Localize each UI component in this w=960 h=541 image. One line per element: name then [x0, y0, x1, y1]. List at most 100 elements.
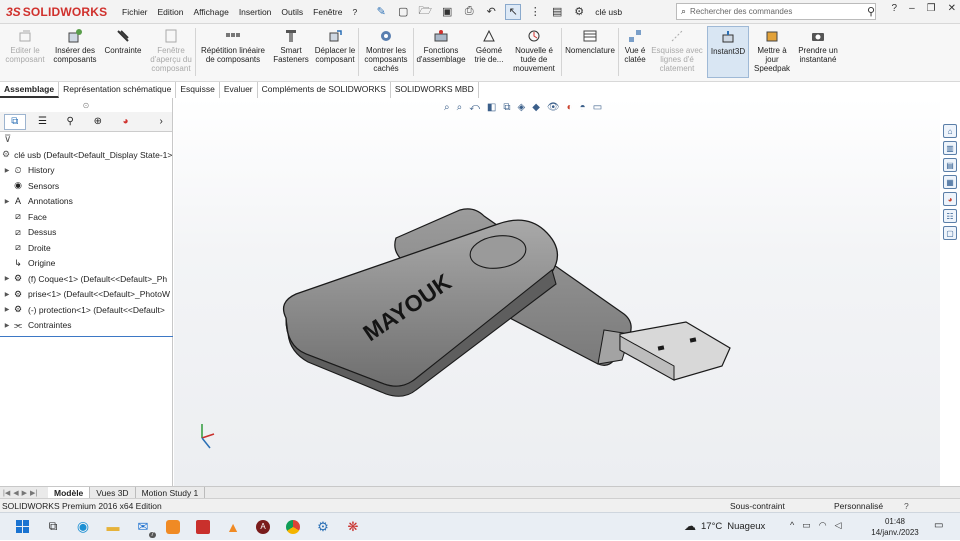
- file-explorer-taskbar-icon[interactable]: ▬: [98, 513, 128, 541]
- expand-arrow-icon[interactable]: ▶: [2, 322, 12, 329]
- tab-mbd[interactable]: SOLIDWORKS MBD: [391, 82, 479, 98]
- open-folder-icon[interactable]: 🗁: [417, 4, 433, 20]
- expand-arrow-icon[interactable]: ▶: [2, 275, 12, 282]
- wifi-icon[interactable]: ◠: [819, 520, 827, 531]
- minimize-icon[interactable]: –: [909, 3, 915, 14]
- tab-evaluer[interactable]: Evaluer: [220, 82, 258, 98]
- close-icon[interactable]: ✕: [948, 3, 956, 14]
- menu-affichage[interactable]: Affichage: [194, 7, 229, 17]
- prev-tab-icon[interactable]: ◀: [13, 489, 18, 497]
- tree-item-face[interactable]: ⧄ Face: [2, 209, 172, 225]
- network-icon[interactable]: ▭: [802, 520, 811, 531]
- tree-item-dessus[interactable]: ⧄ Dessus: [2, 225, 172, 241]
- status-help[interactable]: ?: [904, 501, 909, 511]
- forum-icon[interactable]: ▢: [943, 226, 957, 240]
- move-component-button[interactable]: Déplacer le composant: [312, 28, 358, 64]
- panel-next-chevron-icon[interactable]: ›: [150, 114, 172, 130]
- expand-arrow-icon[interactable]: ▶: [2, 198, 12, 205]
- mate-button[interactable]: Contrainte: [102, 28, 144, 55]
- status-units[interactable]: Personnalisé: [834, 501, 883, 511]
- system-clock[interactable]: 01:48 14/janv./2023: [868, 516, 922, 538]
- rebuild-icon[interactable]: ▤: [549, 4, 565, 20]
- solidworks-resources-icon[interactable]: ⌂: [943, 124, 957, 138]
- edit-component-button[interactable]: Editer le composant: [4, 28, 46, 64]
- search-input[interactable]: Rechercher des commandes: [690, 7, 863, 16]
- appearances-icon[interactable]: ◕: [943, 192, 957, 206]
- command-search[interactable]: ⌕ Rechercher des commandes ⚲: [676, 3, 876, 20]
- volume-icon[interactable]: ◁: [835, 520, 842, 531]
- first-tab-icon[interactable]: |◀: [3, 489, 10, 497]
- notification-icon[interactable]: ▭: [934, 520, 943, 531]
- tab-assemblage[interactable]: Assemblage: [0, 82, 60, 98]
- property-manager-tab-icon[interactable]: ☰: [32, 114, 54, 130]
- solidworks-logo[interactable]: 3S SOLIDWORKS: [0, 5, 122, 19]
- exploded-view-button[interactable]: Vue é clatée: [620, 28, 650, 64]
- panel-grip-icon[interactable]: ⊙: [0, 98, 172, 112]
- file-explorer-icon[interactable]: ▤: [943, 158, 957, 172]
- expand-arrow-icon[interactable]: ▶: [2, 291, 12, 298]
- component-preview-button[interactable]: Fenêtre d'aperçu du composant: [146, 28, 196, 73]
- filter-icon[interactable]: ⊽: [0, 132, 172, 147]
- graphics-area[interactable]: ⌕ ⌕ ⤺ ◧ ⧉ ◈ ◆ 👁 ◐ ◓ ▭ ◫ ◨ – ❐ ✕: [174, 98, 940, 486]
- help-question-icon[interactable]: ?: [892, 3, 898, 14]
- app-a-icon[interactable]: A: [248, 513, 278, 541]
- traffic-light-icon[interactable]: ⋮: [527, 4, 543, 20]
- tree-item-sensors[interactable]: ◉ Sensors: [2, 178, 172, 194]
- tree-item-prise[interactable]: ▶ ⚙ prise<1> (Default<<Default>_PhotoW: [2, 287, 172, 303]
- select-arrow-icon[interactable]: ↖: [505, 3, 522, 20]
- pin-icon[interactable]: ✎: [373, 4, 389, 20]
- undo-icon[interactable]: ↶: [483, 4, 499, 20]
- menu-fenetre[interactable]: Fenêtre: [313, 7, 342, 17]
- tab-esquisse[interactable]: Esquisse: [176, 82, 220, 98]
- tree-root-assembly[interactable]: ⚙ clé usb (Default<Default_Display State…: [2, 147, 172, 163]
- design-library-icon[interactable]: ▥: [943, 141, 957, 155]
- app-orange-icon[interactable]: [158, 513, 188, 541]
- menu-help[interactable]: ?: [352, 7, 357, 17]
- tree-item-coque[interactable]: ▶ ⚙ (f) Coque<1> (Default<<Default>_Ph: [2, 271, 172, 287]
- instant3d-button[interactable]: Instant3D: [707, 26, 749, 78]
- tab-complements[interactable]: Compléments de SOLIDWORKS: [258, 82, 391, 98]
- app-red-icon[interactable]: ❋: [338, 513, 368, 541]
- view-palette-icon[interactable]: ▦: [943, 175, 957, 189]
- tray-overflow-icon[interactable]: ^: [790, 520, 794, 531]
- assembly-features-button[interactable]: Fonctions d'assemblage: [415, 28, 467, 64]
- update-speedpak-button[interactable]: Mettre à jour Speedpak: [752, 28, 792, 73]
- next-tab-icon[interactable]: ▶: [22, 489, 27, 497]
- save-icon[interactable]: ▣: [439, 4, 455, 20]
- tab-motion-study[interactable]: Motion Study 1: [136, 486, 206, 499]
- tree-item-protection[interactable]: ▶ ⚙ (-) protection<1> (Default<<Default>: [2, 302, 172, 318]
- tab-representation-schematique[interactable]: Représentation schématique: [59, 82, 177, 98]
- menu-fichier[interactable]: Fichier: [122, 7, 148, 17]
- tab-modele[interactable]: Modèle: [48, 486, 91, 499]
- menu-insertion[interactable]: Insertion: [239, 7, 272, 17]
- mail-icon[interactable]: ✉ 7: [128, 513, 158, 541]
- take-snapshot-button[interactable]: Prendre un instantané: [796, 28, 840, 64]
- reference-geometry-button[interactable]: Géomé trie de...: [470, 28, 508, 64]
- display-manager-tab-icon[interactable]: ◕: [115, 114, 137, 130]
- restore-icon[interactable]: ❐: [927, 3, 936, 14]
- bom-button[interactable]: Nomenclature: [563, 28, 617, 55]
- last-tab-icon[interactable]: ▶|: [30, 489, 37, 497]
- custom-properties-icon[interactable]: ☷: [943, 209, 957, 223]
- menu-outils[interactable]: Outils: [281, 7, 303, 17]
- menu-edition[interactable]: Edition: [158, 7, 184, 17]
- feature-tree-tab-icon[interactable]: ⧉: [4, 113, 26, 130]
- edge-browser-icon[interactable]: ◉: [68, 513, 98, 541]
- tree-item-contraintes[interactable]: ▶ ⫘ Contraintes: [2, 318, 172, 334]
- new-document-icon[interactable]: ▢: [395, 4, 411, 20]
- windows-start-icon[interactable]: [8, 513, 38, 541]
- insert-components-button[interactable]: Insérer des composants: [50, 28, 100, 64]
- motion-study-button[interactable]: Nouvelle é tude de mouvement: [510, 28, 558, 73]
- app-settings-icon[interactable]: ⚙: [308, 513, 338, 541]
- weather-widget[interactable]: ☁ 17°C Nuageux: [684, 519, 765, 533]
- tree-item-origine[interactable]: ↳ Origine: [2, 256, 172, 272]
- task-view-icon[interactable]: ⧉: [38, 513, 68, 541]
- vlc-icon[interactable]: ▲: [218, 513, 248, 541]
- tab-vues-3d[interactable]: Vues 3D: [90, 486, 136, 499]
- explode-line-sketch-button[interactable]: Esquisse avec lignes d'é clatement: [650, 28, 704, 73]
- chrome-icon[interactable]: [278, 513, 308, 541]
- search-icon[interactable]: ⚲: [867, 5, 875, 18]
- tree-item-annotations[interactable]: ▶ A Annotations: [2, 194, 172, 210]
- configuration-manager-tab-icon[interactable]: ⚲: [59, 114, 81, 130]
- print-icon[interactable]: ⎙: [461, 4, 477, 20]
